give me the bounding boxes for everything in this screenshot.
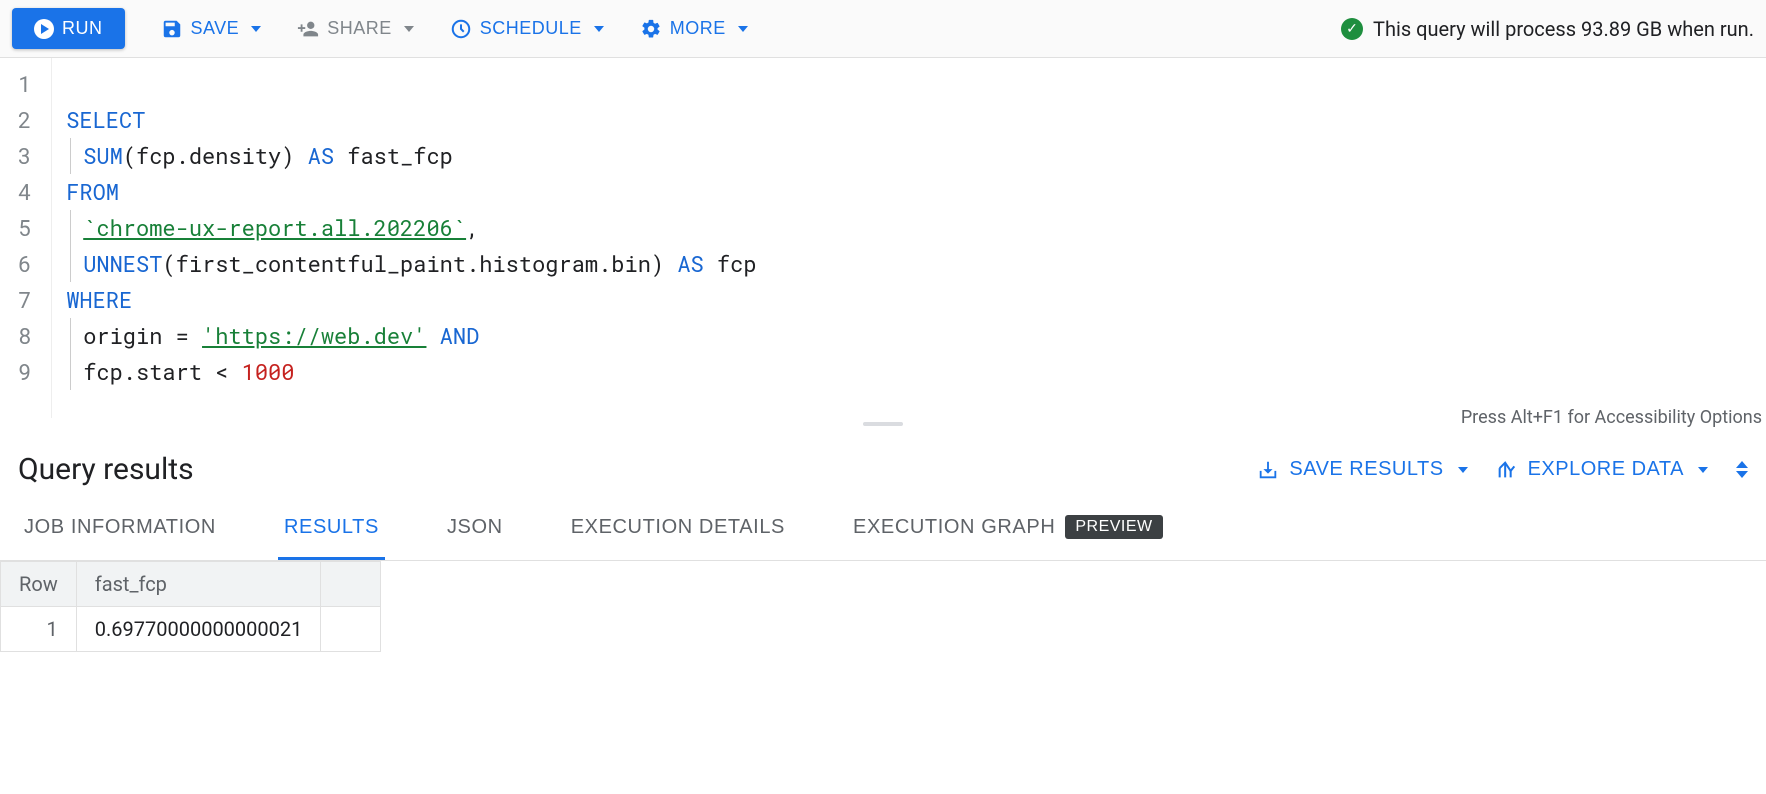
resize-handle[interactable]: Press Alt+F1 for Accessibility Options	[0, 418, 1766, 430]
explore-data-button[interactable]: EXPLORE DATA	[1496, 458, 1708, 481]
code-area[interactable]: SELECT SUM(fcp.density) AS fast_fcp FROM…	[52, 58, 1766, 418]
tab-execution-details[interactable]: EXECUTION DETAILS	[565, 498, 791, 560]
line-gutter: 1 2 3 4 5 6 7 8 9	[0, 58, 52, 418]
more-label: MORE	[670, 18, 726, 39]
save-icon	[161, 18, 183, 40]
chevron-down-icon	[594, 26, 604, 32]
table-header-row: Row fast_fcp	[1, 562, 381, 607]
tab-execution-graph[interactable]: EXECUTION GRAPH PREVIEW	[847, 497, 1169, 560]
play-icon	[34, 19, 54, 39]
results-table: Row fast_fcp 1 0.69770000000000021	[0, 561, 381, 652]
check-icon: ✓	[1341, 18, 1363, 40]
more-button[interactable]: MORE	[640, 18, 748, 40]
results-tabs: JOB INFORMATION RESULTS JSON EXECUTION D…	[0, 497, 1766, 561]
download-icon	[1257, 459, 1279, 481]
chevron-down-icon	[1736, 471, 1748, 478]
cell-rownum: 1	[1, 607, 77, 652]
tab-json[interactable]: JSON	[441, 498, 509, 560]
chart-icon	[1496, 459, 1518, 481]
sql-editor[interactable]: 1 2 3 4 5 6 7 8 9 SELECT SUM(fcp.density…	[0, 58, 1766, 418]
col-row: Row	[1, 562, 77, 607]
drag-bar-icon	[863, 422, 903, 426]
chevron-down-icon	[404, 26, 414, 32]
cell-fast-fcp: 0.69770000000000021	[76, 607, 321, 652]
query-status: ✓ This query will process 93.89 GB when …	[1341, 17, 1754, 41]
status-text: This query will process 93.89 GB when ru…	[1373, 17, 1754, 41]
col-fast-fcp: fast_fcp	[76, 562, 321, 607]
save-button[interactable]: SAVE	[161, 18, 262, 40]
share-label: SHARE	[327, 18, 392, 39]
save-results-label: SAVE RESULTS	[1289, 458, 1443, 481]
clock-icon	[450, 18, 472, 40]
run-button[interactable]: RUN	[12, 8, 125, 49]
chevron-down-icon	[251, 26, 261, 32]
expand-collapse-button[interactable]	[1736, 461, 1748, 478]
a11y-hint: Press Alt+F1 for Accessibility Options	[1461, 407, 1762, 428]
chevron-down-icon	[738, 26, 748, 32]
toolbar: RUN SAVE SHARE SCHEDULE MORE ✓ This quer…	[0, 0, 1766, 58]
explore-data-label: EXPLORE DATA	[1528, 458, 1684, 481]
tab-job-information[interactable]: JOB INFORMATION	[18, 498, 222, 560]
chevron-up-icon	[1736, 461, 1748, 468]
chevron-down-icon	[1698, 467, 1708, 473]
schedule-label: SCHEDULE	[480, 18, 582, 39]
save-results-button[interactable]: SAVE RESULTS	[1257, 458, 1467, 481]
gear-icon	[640, 18, 662, 40]
run-label: RUN	[62, 18, 103, 39]
person-add-icon	[297, 18, 319, 40]
preview-badge: PREVIEW	[1065, 515, 1162, 539]
results-title: Query results	[18, 452, 194, 487]
tab-results[interactable]: RESULTS	[278, 498, 385, 560]
chevron-down-icon	[1458, 467, 1468, 473]
results-header: Query results SAVE RESULTS EXPLORE DATA	[0, 430, 1766, 497]
save-label: SAVE	[191, 18, 240, 39]
table-row[interactable]: 1 0.69770000000000021	[1, 607, 381, 652]
schedule-button[interactable]: SCHEDULE	[450, 18, 604, 40]
share-button[interactable]: SHARE	[297, 18, 414, 40]
